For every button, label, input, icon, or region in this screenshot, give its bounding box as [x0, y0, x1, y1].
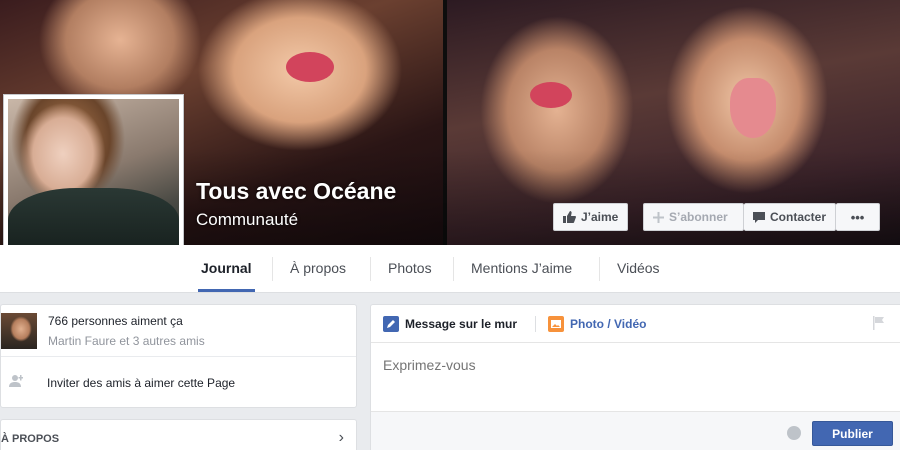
- likes-friends[interactable]: Martin Faure et 3 autres amis: [48, 334, 205, 348]
- composer-footer: Publier: [371, 411, 900, 450]
- likes-box: 766 personnes aiment ça Martin Faure et …: [0, 304, 357, 408]
- subscribe-label: S’abonner: [669, 210, 728, 224]
- more-options-button[interactable]: •••: [836, 203, 881, 231]
- tab-likes[interactable]: Mentions J’aime: [471, 245, 572, 292]
- page-tabs-bar: Journal À propos Photos Mentions J’aime …: [0, 245, 900, 293]
- tab-about[interactable]: À propos: [290, 245, 346, 292]
- thumbs-up-icon: [563, 211, 576, 223]
- tab-photos[interactable]: Photos: [388, 245, 432, 292]
- composer-tab-photo[interactable]: Photo / Vidéo: [548, 316, 646, 332]
- post-composer: Message sur le mur Photo / Vidéo Publier: [370, 304, 900, 450]
- plus-icon: [653, 211, 664, 223]
- likes-count[interactable]: 766 personnes aiment ça: [48, 314, 183, 328]
- message-icon: [753, 211, 765, 223]
- publish-button[interactable]: Publier: [812, 421, 893, 446]
- pencil-icon: [383, 316, 399, 332]
- composer-tabs: Message sur le mur Photo / Vidéo: [371, 305, 900, 343]
- about-title: À PROPOS: [1, 433, 60, 445]
- subscribe-button[interactable]: S’abonner: [643, 203, 744, 231]
- invite-friends-link[interactable]: Inviter des amis à aimer cette Page: [47, 376, 235, 390]
- friend-avatar[interactable]: [1, 313, 37, 349]
- composer-tab-status[interactable]: Message sur le mur: [383, 316, 517, 332]
- contact-label: Contacter: [770, 210, 827, 224]
- page-title: Tous avec Océane: [196, 178, 397, 204]
- flag-icon[interactable]: [872, 316, 886, 330]
- photo-icon: [548, 316, 564, 332]
- composer-tab-status-label: Message sur le mur: [405, 317, 518, 331]
- chevron-right-icon: ›: [338, 429, 344, 446]
- like-page-button[interactable]: J’aime: [553, 203, 629, 231]
- tab-videos[interactable]: Vidéos: [617, 245, 660, 292]
- page-category: Communauté: [196, 210, 299, 229]
- composer-tab-photo-label: Photo / Vidéo: [570, 317, 647, 331]
- like-page-label: J’aime: [581, 210, 619, 224]
- more-options-icon: •••: [850, 209, 865, 225]
- about-section[interactable]: À PROPOS ›: [0, 419, 357, 450]
- globe-icon[interactable]: [787, 426, 801, 440]
- contact-button[interactable]: Contacter: [744, 203, 837, 231]
- tab-journal[interactable]: Journal: [198, 245, 255, 292]
- composer-input[interactable]: [383, 357, 863, 373]
- invite-friends-icon: [9, 375, 23, 387]
